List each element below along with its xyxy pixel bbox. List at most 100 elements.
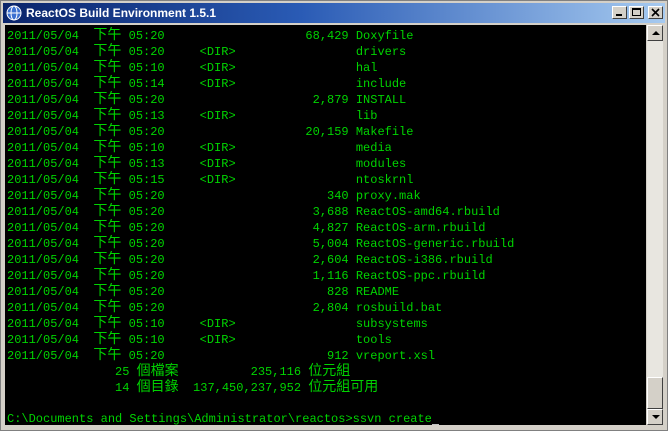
row-filename: ntoskrnl <box>355 173 414 187</box>
text-cursor <box>431 424 439 425</box>
row-size: 1,116 <box>312 269 349 283</box>
row-date: 2011/05/04 <box>7 301 80 315</box>
row-filename: proxy.mak <box>355 189 421 203</box>
row-filename: INSTALL <box>355 93 407 107</box>
listing-row: 2011/05/04 下午 05:20 340 proxy.mak <box>7 187 514 203</box>
console-output[interactable]: 2011/05/04 下午 05:20 68,429 Doxyfile 2011/0… <box>5 25 646 425</box>
row-ampm: 下午 <box>93 235 122 251</box>
row-ampm: 下午 <box>93 123 122 139</box>
minimize-button[interactable] <box>612 6 627 19</box>
window-title: ReactOS Build Environment 1.5.1 <box>26 6 217 20</box>
row-filename: ReactOS-amd64.rbuild <box>355 205 500 219</box>
row-filename: lib <box>355 109 378 123</box>
row-date: 2011/05/04 <box>7 125 80 139</box>
row-ampm: 下午 <box>93 283 122 299</box>
row-filename: vreport.xsl <box>355 349 436 363</box>
row-date: 2011/05/04 <box>7 253 80 267</box>
row-type-column: <DIR> <box>165 172 277 188</box>
row-filename: Doxyfile <box>355 29 414 43</box>
row-time: 05:10 <box>128 317 165 331</box>
row-type-column: <DIR> <box>165 316 277 332</box>
maximize-button[interactable] <box>629 6 644 19</box>
row-date: 2011/05/04 <box>7 285 80 299</box>
row-dir-marker: <DIR> <box>199 333 236 347</box>
close-button[interactable] <box>648 6 663 19</box>
row-date: 2011/05/04 <box>7 61 80 75</box>
row-ampm: 下午 <box>93 75 122 91</box>
console-window: ReactOS Build Environment 1.5.1 2011/05/… <box>0 0 668 431</box>
dirs-summary-line: 14 個目錄 137,450,237,952 位元組可用 <box>7 379 378 395</box>
row-date: 2011/05/04 <box>7 77 80 91</box>
vertical-scrollbar[interactable] <box>647 25 663 425</box>
maximize-icon <box>632 8 641 16</box>
row-ampm: 下午 <box>93 187 122 203</box>
row-ampm: 下午 <box>93 203 122 219</box>
row-ampm: 下午 <box>93 43 122 59</box>
row-filename: ReactOS-ppc.rbuild <box>355 269 486 283</box>
row-ampm: 下午 <box>93 267 122 283</box>
row-size: 2,879 <box>312 93 349 107</box>
listing-row: 2011/05/04 下午 05:20 2,804 rosbuild.bat <box>7 299 514 315</box>
files-summary-line: 25 個檔案 235,116 位元組 <box>7 363 378 379</box>
row-size-column: 2,604 <box>277 252 349 268</box>
listing-row: 2011/05/04 下午 05:10 <DIR> media <box>7 139 514 155</box>
row-filename: drivers <box>355 45 407 59</box>
scroll-up-button[interactable] <box>647 25 663 41</box>
row-date: 2011/05/04 <box>7 109 80 123</box>
row-time: 05:10 <box>128 333 165 347</box>
row-time: 05:10 <box>128 141 165 155</box>
scroll-thumb[interactable] <box>647 377 663 409</box>
listing-row: 2011/05/04 下午 05:14 <DIR> include <box>7 75 514 91</box>
row-type-column: <DIR> <box>165 76 277 92</box>
listing-row: 2011/05/04 下午 05:20 912 vreport.xsl <box>7 347 514 363</box>
row-dir-marker: <DIR> <box>199 157 236 171</box>
row-time: 05:10 <box>128 61 165 75</box>
listing-row: 2011/05/04 下午 05:20 2,879 INSTALL <box>7 91 514 107</box>
row-date: 2011/05/04 <box>7 173 80 187</box>
title-bar[interactable]: ReactOS Build Environment 1.5.1 <box>3 3 665 23</box>
row-size: 340 <box>327 189 349 203</box>
row-size: 2,804 <box>312 301 349 315</box>
row-ampm: 下午 <box>93 171 122 187</box>
command-prompt[interactable]: C:\Documents and Settings\Administrator\… <box>7 411 439 425</box>
row-size: 912 <box>327 349 349 363</box>
close-icon <box>651 8 660 17</box>
row-dir-marker: <DIR> <box>199 109 236 123</box>
row-time: 05:14 <box>128 77 165 91</box>
row-date: 2011/05/04 <box>7 333 80 347</box>
free-label: 位元組可用 <box>308 379 379 395</box>
row-size: 828 <box>327 285 349 299</box>
row-dir-marker: <DIR> <box>199 317 236 331</box>
row-dir-marker: <DIR> <box>199 173 236 187</box>
row-time: 05:20 <box>128 93 165 107</box>
listing-row: 2011/05/04 下午 05:20 2,604 ReactOS-i386.rb… <box>7 251 514 267</box>
row-size-column: 828 <box>277 284 349 300</box>
row-time: 05:20 <box>128 301 165 315</box>
row-filename: include <box>355 77 407 91</box>
listing-row: 2011/05/04 下午 05:13 <DIR> lib <box>7 107 514 123</box>
row-filename: tools <box>355 333 392 347</box>
listing-row: 2011/05/04 下午 05:20 68,429 Doxyfile <box>7 27 514 43</box>
row-date: 2011/05/04 <box>7 317 80 331</box>
row-ampm: 下午 <box>93 59 122 75</box>
row-time: 05:13 <box>128 157 165 171</box>
reactos-globe-icon <box>6 5 22 21</box>
row-ampm: 下午 <box>93 315 122 331</box>
command-input[interactable]: ssvn create <box>353 412 432 425</box>
row-time: 05:20 <box>128 253 165 267</box>
row-date: 2011/05/04 <box>7 189 80 203</box>
scroll-down-button[interactable] <box>647 409 663 425</box>
row-size: 2,604 <box>312 253 349 267</box>
row-size-column: 2,879 <box>277 92 349 108</box>
row-size-column: 2,804 <box>277 300 349 316</box>
free-bytes: 137,450,237,952 <box>193 381 302 395</box>
listing-row: 2011/05/04 下午 05:13 <DIR> modules <box>7 155 514 171</box>
row-ampm: 下午 <box>93 107 122 123</box>
row-filename: ReactOS-generic.rbuild <box>355 237 515 251</box>
row-date: 2011/05/04 <box>7 221 80 235</box>
row-date: 2011/05/04 <box>7 45 80 59</box>
row-filename: hal <box>355 61 378 75</box>
row-date: 2011/05/04 <box>7 205 80 219</box>
files-count: 25 <box>115 365 130 379</box>
row-size: 68,429 <box>305 29 349 43</box>
